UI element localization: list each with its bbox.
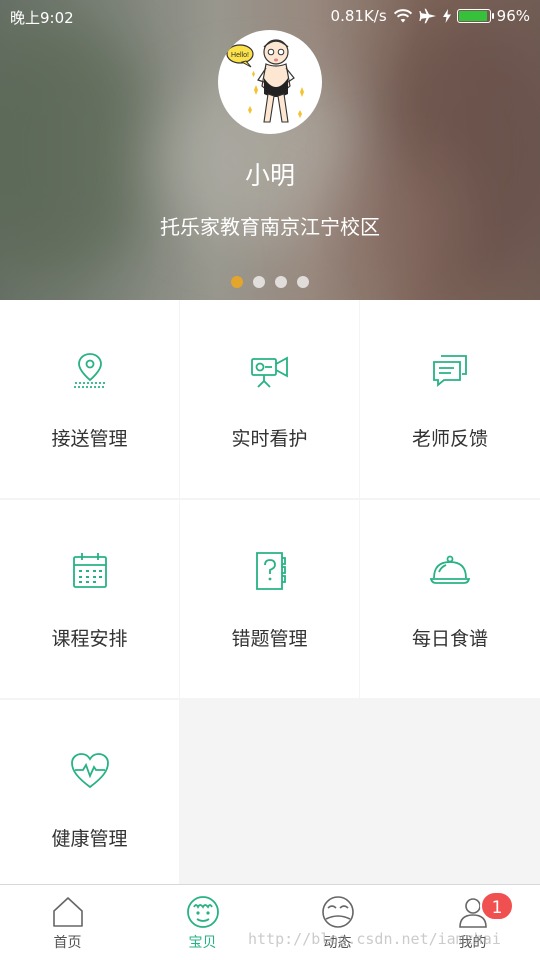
battery-percent: 96% (496, 7, 530, 25)
calendar-icon (72, 553, 107, 588)
school-name: 托乐家教育南京江宁校区 (160, 215, 380, 239)
carousel-indicator (231, 276, 309, 288)
cartoon-avatar-image: Hello! (226, 39, 304, 123)
baby-face-icon (186, 896, 219, 928)
avatar-bubble-text: Hello! (231, 52, 249, 59)
carousel-dot[interactable] (275, 276, 287, 288)
tab-baby[interactable]: 宝贝 (135, 885, 270, 960)
tab-home[interactable]: 首页 (0, 885, 135, 960)
feature-label: 老师反馈 (411, 428, 488, 450)
child-name: 小明 (244, 161, 295, 190)
feature-grid: 接送管理 实时看护 老师反馈 课程安排 错题管理 每日食谱 健康管理 (0, 300, 540, 884)
camera-icon (250, 356, 288, 388)
carousel-dot[interactable] (231, 276, 243, 288)
feature-daily-menu[interactable]: 每日食谱 (360, 500, 540, 698)
feature-label: 错题管理 (231, 628, 308, 650)
feature-label: 健康管理 (51, 828, 128, 850)
network-speed: 0.81K/s (330, 7, 387, 25)
wifi-icon (393, 9, 412, 23)
tab-label: 我的 (458, 935, 487, 951)
feature-live-watch[interactable]: 实时看护 (180, 300, 359, 498)
tab-label: 动态 (323, 935, 352, 951)
status-time: 晚上9:02 (10, 9, 74, 27)
bottom-tab-bar: 首页 宝贝 动态 我的 1 (0, 884, 540, 960)
home-icon (52, 897, 83, 927)
battery-icon (456, 9, 494, 23)
feature-health[interactable]: 健康管理 (0, 700, 179, 884)
carousel-dot[interactable] (297, 276, 309, 288)
carousel-dot[interactable] (253, 276, 265, 288)
feature-label: 课程安排 (51, 628, 128, 650)
feature-label: 实时看护 (231, 428, 308, 450)
question-book-icon (255, 552, 286, 590)
tab-label: 宝贝 (188, 935, 217, 951)
feature-label: 接送管理 (51, 428, 128, 450)
status-bar: 晚上9:02 0.81K/s 96% (0, 0, 540, 32)
feature-teacher-feedback[interactable]: 老师反馈 (360, 300, 540, 498)
tab-label: 首页 (53, 935, 82, 951)
tab-moments[interactable]: 动态 (270, 885, 405, 960)
feature-pickup[interactable]: 接送管理 (0, 300, 179, 498)
avatar[interactable]: Hello! (218, 30, 322, 134)
charging-icon (442, 9, 451, 23)
heart-pulse-icon (70, 753, 109, 789)
tab-mine[interactable]: 我的 1 (405, 885, 540, 960)
notification-badge: 1 (480, 891, 514, 921)
feature-wrong-questions[interactable]: 错题管理 (180, 500, 359, 698)
feature-label: 每日食谱 (411, 628, 488, 650)
moments-icon (321, 896, 354, 928)
feature-course-schedule[interactable]: 课程安排 (0, 500, 179, 698)
food-cloche-icon (429, 555, 471, 584)
profile-banner: 晚上9:02 0.81K/s 96% Hello! 小明 托乐家教育南京江宁校区 (0, 0, 540, 300)
chat-bubble-icon (433, 355, 467, 387)
airplane-icon (419, 8, 436, 24)
location-pin-icon (73, 353, 106, 388)
